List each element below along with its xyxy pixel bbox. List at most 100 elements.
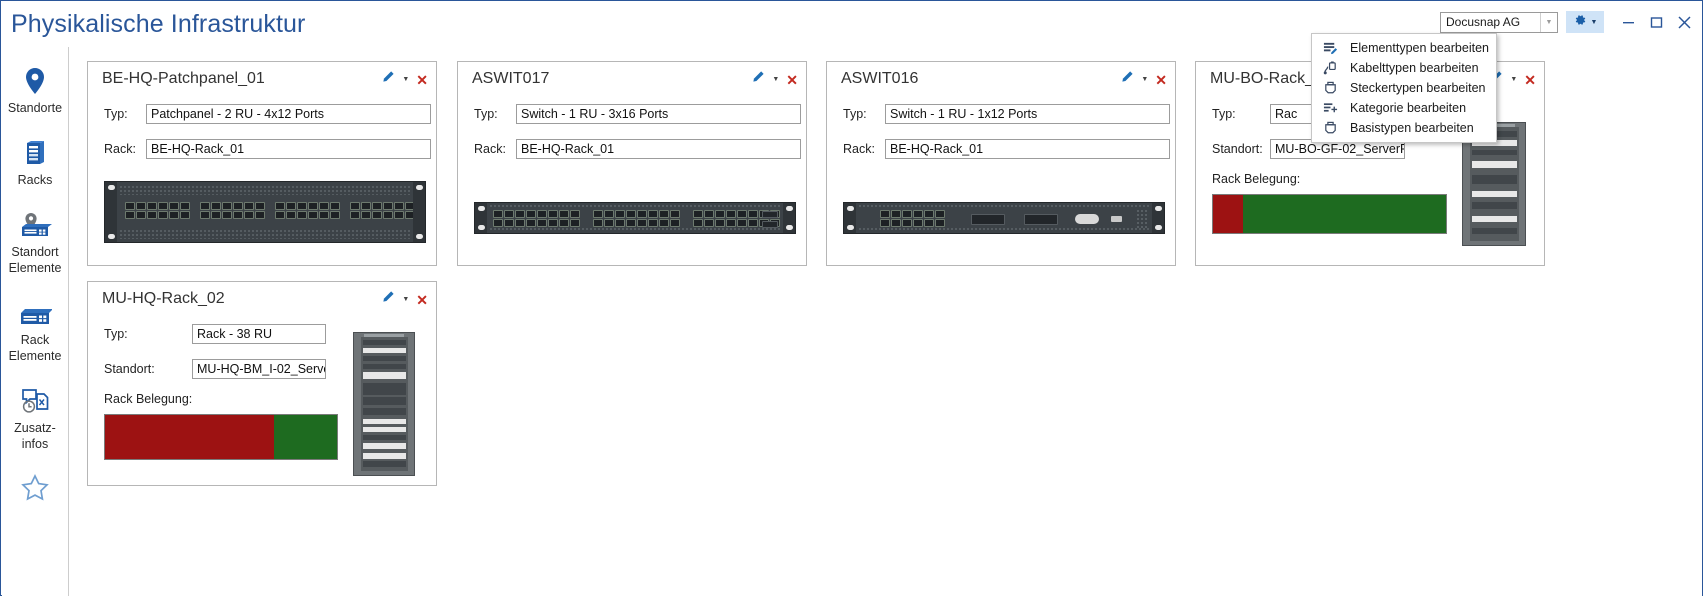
menu-item-basistypen[interactable]: Basistypen bearbeiten <box>1312 118 1496 138</box>
vent-band <box>489 227 781 232</box>
rack-input[interactable]: BE-HQ-Rack_01 <box>146 139 431 159</box>
card-aswit017[interactable]: ASWIT017 ▼ ✕ Typ: Switch - 1 RU - 3x16 P… <box>457 61 807 266</box>
rack-input[interactable]: BE-HQ-Rack_01 <box>885 139 1170 159</box>
field-row-typ: Typ: Switch - 1 RU - 1x12 Ports <box>843 104 1170 124</box>
card-actions: ▼ ✕ <box>381 70 428 89</box>
page-title: Physikalische Infrastruktur <box>11 9 306 38</box>
close-icon[interactable]: ✕ <box>416 293 428 307</box>
chevron-down-icon[interactable]: ▼ <box>1510 76 1517 83</box>
cable-types-icon <box>1320 60 1340 76</box>
occupancy-free <box>1243 195 1446 233</box>
menu-item-elementtypen[interactable]: Elementtypen bearbeiten <box>1312 38 1496 58</box>
close-icon[interactable]: ✕ <box>416 73 428 87</box>
close-button[interactable] <box>1670 8 1698 36</box>
port-group <box>200 202 265 219</box>
port-group <box>125 202 190 219</box>
sidebar-item-label: Racks <box>17 173 53 187</box>
company-selector-value: Docusnap AG <box>1446 15 1521 29</box>
sidebar-item-zusatzinfos[interactable]: Zusatz-infos <box>2 385 69 452</box>
field-row-typ: Typ: Rack - 38 RU <box>104 324 326 344</box>
menu-item-kategorie[interactable]: Kategorie bearbeiten <box>1312 98 1496 118</box>
vent-band <box>858 204 1150 209</box>
device-graphic-switch48 <box>474 202 796 234</box>
chevron-down-icon[interactable]: ▼ <box>402 76 409 83</box>
field-label-rack: Rack: <box>843 142 875 156</box>
rack-input[interactable]: BE-HQ-Rack_01 <box>516 139 801 159</box>
chevron-down-icon[interactable]: ▼ <box>1591 19 1598 26</box>
field-label-typ: Typ: <box>474 107 498 121</box>
sidebar-item-favorites[interactable] <box>2 473 69 503</box>
sfp-port <box>971 214 1005 225</box>
port-group <box>493 210 580 227</box>
port-group <box>350 202 413 219</box>
maximize-button[interactable] <box>1642 8 1670 36</box>
pencil-icon[interactable] <box>381 290 395 309</box>
field-row-rack: Rack: BE-HQ-Rack_01 <box>104 139 431 159</box>
sfp-port <box>762 221 778 228</box>
standort-input[interactable]: MU-HQ-BM_I-02_ServerR <box>192 359 326 379</box>
card-patchpanel[interactable]: BE-HQ-Patchpanel_01 ▼ ✕ Typ: Patchpanel … <box>87 61 437 266</box>
menu-item-label: Elementtypen bearbeiten <box>1350 41 1489 55</box>
console-port <box>1075 214 1099 224</box>
sidebar-item-standorte[interactable]: Standorte <box>2 65 69 116</box>
category-icon <box>1320 100 1340 116</box>
typ-input[interactable]: Switch - 1 RU - 3x16 Ports <box>516 104 801 124</box>
minimize-button[interactable] <box>1614 8 1642 36</box>
field-label-typ: Typ: <box>104 327 128 341</box>
chevron-down-icon[interactable]: ▼ <box>772 76 779 83</box>
occupancy-used <box>1213 195 1244 233</box>
typ-input[interactable]: Patchpanel - 2 RU - 4x12 Ports <box>146 104 431 124</box>
typ-input[interactable]: Switch - 1 RU - 1x12 Ports <box>885 104 1170 124</box>
location-element-icon <box>18 209 52 239</box>
sfp-port <box>762 211 778 218</box>
menu-item-steckertypen[interactable]: Steckertypen bearbeiten <box>1312 78 1496 98</box>
rack-ear-left <box>105 182 117 242</box>
rack-ear-left <box>844 203 856 233</box>
vent-band <box>858 227 1150 232</box>
menu-item-label: Basistypen bearbeiten <box>1350 121 1474 135</box>
rack-icon <box>22 137 48 167</box>
sidebar: Standorte Racks Standort Elemente Rack E… <box>2 47 69 596</box>
sidebar-item-rack-elemente[interactable]: Rack Elemente <box>2 297 69 364</box>
card-actions: ▼ ✕ <box>1120 70 1167 89</box>
field-label-standort: Standort: <box>1212 142 1263 156</box>
pencil-icon[interactable] <box>1120 70 1134 89</box>
sidebar-item-label: Rack Elemente <box>8 333 62 363</box>
pencil-icon[interactable] <box>751 70 765 89</box>
close-icon[interactable]: ✕ <box>786 73 798 87</box>
menu-item-kabelttypen[interactable]: Kabelttypen bearbeiten <box>1312 58 1496 78</box>
chevron-down-icon[interactable]: ▼ <box>402 296 409 303</box>
field-label-typ: Typ: <box>843 107 867 121</box>
field-label-rack-belegung: Rack Belegung: <box>1212 172 1301 186</box>
settings-dropdown-menu[interactable]: Elementtypen bearbeiten Kabelttypen bear… <box>1311 33 1497 143</box>
port-group <box>275 202 340 219</box>
field-row-rack: Rack: BE-HQ-Rack_01 <box>843 139 1170 159</box>
device-graphic-switch12 <box>843 202 1165 234</box>
card-aswit016[interactable]: ASWIT016 ▼ ✕ Typ: Switch - 1 RU - 1x12 P… <box>826 61 1176 266</box>
card-title: MU-HQ-Rack_02 <box>102 290 225 307</box>
device-body <box>487 203 783 233</box>
field-row-standort: Standort: MU-HQ-BM_I-02_ServerR <box>104 359 326 379</box>
vent-band <box>119 229 411 239</box>
menu-item-label: Kabelttypen bearbeiten <box>1350 61 1479 75</box>
usb-port <box>1111 216 1122 222</box>
pencil-icon[interactable] <box>381 70 395 89</box>
card-mu-hq-rack-02[interactable]: MU-HQ-Rack_02 ▼ ✕ Typ: Rack - 38 RU Stan… <box>87 281 437 486</box>
company-selector[interactable]: Docusnap AG ▼ <box>1440 11 1558 33</box>
typ-input[interactable]: Rack - 38 RU <box>192 324 326 344</box>
rack-element-icon <box>18 297 52 327</box>
sidebar-item-standort-elemente[interactable]: Standort Elemente <box>2 209 69 276</box>
settings-gear-button[interactable]: ▼ <box>1566 11 1604 33</box>
sidebar-item-label: Zusatz-infos <box>14 421 56 451</box>
chevron-down-icon[interactable]: ▼ <box>1540 12 1557 32</box>
rack-thumbnail <box>353 332 415 476</box>
menu-item-label: Kategorie bearbeiten <box>1350 101 1467 115</box>
sidebar-item-racks[interactable]: Racks <box>2 137 69 188</box>
field-row-typ: Typ: Patchpanel - 2 RU - 4x12 Ports <box>104 104 431 124</box>
close-icon[interactable]: ✕ <box>1155 73 1167 87</box>
field-row-typ: Typ: Switch - 1 RU - 3x16 Ports <box>474 104 801 124</box>
close-icon[interactable]: ✕ <box>1524 73 1536 87</box>
side-vent <box>1136 209 1148 229</box>
card-title: ASWIT016 <box>841 70 919 87</box>
chevron-down-icon[interactable]: ▼ <box>1141 76 1148 83</box>
